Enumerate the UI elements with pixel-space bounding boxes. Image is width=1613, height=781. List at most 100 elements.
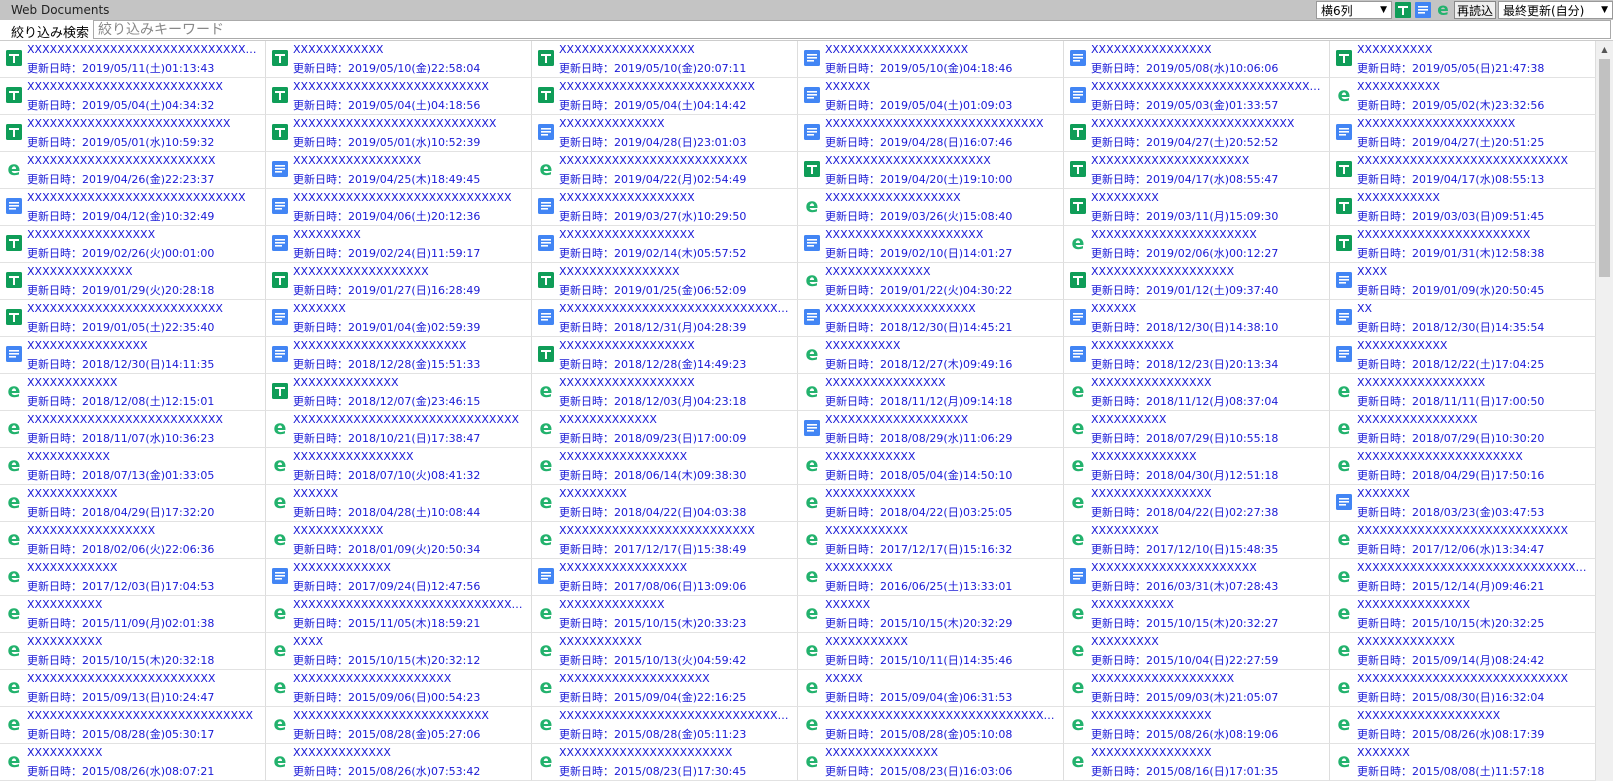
document-title-link[interactable]: XXXXXXXXXXXXXXXX xyxy=(1091,376,1327,389)
document-title-link[interactable]: XXXXXXXXXXXXXXXXXXXXXX xyxy=(825,154,1061,167)
document-title-link[interactable]: XXXXXXXXXXXXXXXXXXXXXXXXXX xyxy=(27,80,263,93)
document-title-link[interactable]: XXXXXXXXXXXXXX xyxy=(293,376,529,389)
document-item[interactable]: e XXXXXXXXX 更新日時：2017/12/10(日)15:48:35 xyxy=(1064,522,1330,559)
document-item[interactable]: e XXXXXXXXXXXXXXXX 更新日時：2018/07/29(日)10:30… xyxy=(1330,411,1596,448)
document-item[interactable]: XXXXXXXXXXXXXXXXXXX 更新日時：2018/08/29(水)11:… xyxy=(798,411,1064,448)
document-title-link[interactable]: XXXXXXXXXXXXXXXXX xyxy=(1357,376,1593,389)
document-item[interactable]: e XXXXXXXXXXXXXXXXX 更新日時：2018/02/06(火)22:0… xyxy=(0,522,266,559)
document-title-link[interactable]: XXXXXXXXXXXXXXXXXXXXXXXXXXXXX xyxy=(27,191,263,204)
document-item[interactable]: e XXXXXXXXXXXXXXXXXXXXXXXXXXXXXX 更新日時：2015… xyxy=(0,707,266,744)
document-item[interactable]: e XXXXXXXXXX 更新日時：2015/11/09(月)02:01:38 xyxy=(0,596,266,633)
document-title-link[interactable]: XXXXXXXXXXXXXXXXXXXXXXXXXX xyxy=(27,413,263,426)
document-item[interactable]: XXXXXXXXXX 更新日時：2019/05/05(日)21:47:38 xyxy=(1330,41,1596,78)
document-item[interactable]: XXXXXXXXXXX 更新日時：2019/03/03(日)09:51:45 xyxy=(1330,189,1596,226)
document-item[interactable]: e XXXXXXXXXXXXXXXXXXXX 更新日時：2015/09/04(金)2… xyxy=(532,670,798,707)
document-title-link[interactable]: XXXXXXXXXXXXXXXXXXXXXXXXXXXX xyxy=(1357,154,1593,167)
document-title-link[interactable]: XXXXXXXXXXXXXXXXXXXXXXXXXXXX xyxy=(1357,672,1593,685)
document-item[interactable]: XXXXXXXXXXXXX 更新日時：2017/09/24(日)12:47:56 xyxy=(266,559,532,596)
document-title-link[interactable]: XXXXXXXXXXXXXXXXXX xyxy=(293,265,529,278)
document-title-link[interactable]: XXXXXX xyxy=(1091,302,1327,315)
document-item[interactable]: e XXXXXXXXXXXXXXXX 更新日時：2018/11/12(月)08:37… xyxy=(1064,374,1330,411)
document-item[interactable]: e XXXXXXXXXXXXXXXXX 更新日時：2018/11/11(日)17:0… xyxy=(1330,374,1596,411)
document-title-link[interactable]: XXXXXXXXXXXXXXXX xyxy=(1091,746,1327,759)
document-item[interactable]: e XXXXXXXXXXXXXXXXXXXXXXXXXXXX 更新日時：2015/0… xyxy=(1330,670,1596,707)
document-item[interactable]: XXXXXXXXXXXXXXXXXXX 更新日時：2019/01/12(土)09:… xyxy=(1064,263,1330,300)
document-title-link[interactable]: XXXXXXXXXXXXXXXXXXXXXXXXXX xyxy=(559,80,795,93)
document-item[interactable]: XXXXXXXXXXXX 更新日時：2019/05/10(金)22:58:04 xyxy=(266,41,532,78)
document-item[interactable]: XXXXXXXXXXXXXXXXXX 更新日時：2019/05/10(金)20:0… xyxy=(532,41,798,78)
document-item[interactable]: e XXXXXXXXXX 更新日時：2015/10/15(木)20:32:18 xyxy=(0,633,266,670)
document-title-link[interactable]: XXXXXXXXXXXXXXXXXXX xyxy=(1091,265,1327,278)
document-title-link[interactable]: XXXXXXXXXXXXXXXX xyxy=(293,450,529,463)
document-title-link[interactable]: XXXXXXXXXXXXXXXXXXXXXXXXXXXXXXXXXXXXXX xyxy=(559,709,795,722)
document-title-link[interactable]: XXXXXXXXXXXXXXXXXXXX xyxy=(825,302,1061,315)
document-item[interactable]: e XXXXXXXXXXXX 更新日時：2018/01/09(火)20:50:34 xyxy=(266,522,532,559)
document-item[interactable]: e XXXXXXXXXXXXXXXXXXXXXXXXXX 更新日時：2018/11/… xyxy=(0,411,266,448)
document-title-link[interactable]: XXXXXXXXXXXXXXXXXXXXXXX xyxy=(559,746,795,759)
document-title-link[interactable]: XXXXXXX xyxy=(1357,487,1593,500)
document-title-link[interactable]: XXXXXXXXXXXXXXXXX xyxy=(293,154,529,167)
document-item[interactable]: e XXXXXXXXXXXXXXXXXXX 更新日時：2015/09/03(木)21… xyxy=(1064,670,1330,707)
document-title-link[interactable]: XXXXXXXXXXXXXXXXXXXXXX xyxy=(1091,228,1327,241)
document-title-link[interactable]: XXXX xyxy=(293,635,529,648)
document-item[interactable]: XXXXXXXXXXXXXXXXXXXXXXXXXXXXX 更新日時：2019/0… xyxy=(0,189,266,226)
document-item[interactable]: XXXXXXXXXXXXXXXXXXXXXXXXXXX 更新日時：2019/05/… xyxy=(266,115,532,152)
document-item[interactable]: e XXXXXXXXXXXX 更新日時：2018/04/22(日)03:25:05 xyxy=(798,485,1064,522)
document-item[interactable]: e XXXXXXXXXXXXXXXXXXXXXXXXXXXXXXXXXX 更新日時：… xyxy=(798,707,1064,744)
document-title-link[interactable]: XXXXXXXXXXXXXXXX xyxy=(27,339,263,352)
document-item[interactable]: XXXXXXXXXXXXXXXXXX 更新日時：2018/12/28(金)14:4… xyxy=(532,337,798,374)
document-title-link[interactable]: XXXXXXXXXXXXXXX xyxy=(825,746,1061,759)
document-title-link[interactable]: XXXXXXXXXXXXXXXXXX xyxy=(559,191,795,204)
document-title-link[interactable]: XXXXXXXXXXXXXXXX xyxy=(1091,43,1327,56)
document-item[interactable]: XXXXXXXXXXXXXX 更新日時：2019/01/29(火)20:28:18 xyxy=(0,263,266,300)
document-title-link[interactable]: XXXXXXXXXXX xyxy=(825,635,1061,648)
document-item[interactable]: e XXXXXXXXXXXXXXXXXXXXXXXXXXXXXX 更新日時：2018… xyxy=(266,411,532,448)
document-title-link[interactable]: XXXXX xyxy=(825,672,1061,685)
document-title-link[interactable]: XXXXXXXXXXXXXXXXXXXXXXXXXXXX xyxy=(1357,524,1593,537)
document-item[interactable]: XXXXXXXXXXXXXXXXXXXXXXXXXXXXX 更新日時：2019/0… xyxy=(798,115,1064,152)
document-item[interactable]: XXXXXXXXXXXXXX 更新日時：2018/12/07(金)23:46:15 xyxy=(266,374,532,411)
document-item[interactable]: XXXXXXXXXXXXXXXXXXXXXXXXXXX 更新日時：2019/04/… xyxy=(1064,115,1330,152)
document-item[interactable]: XXXX 更新日時：2019/01/09(水)20:50:45 xyxy=(1330,263,1596,300)
document-item[interactable]: XXXXXXXXXXXXXXXXXXXX 更新日時：2018/12/30(日)14… xyxy=(798,300,1064,337)
document-item[interactable]: e XXXXXX 更新日時：2015/10/15(木)20:32:29 xyxy=(798,596,1064,633)
document-title-link[interactable]: XXXXXXXXXXXXXXX xyxy=(1357,598,1593,611)
document-title-link[interactable]: XXXXXXXXXXX xyxy=(1091,339,1327,352)
document-title-link[interactable]: XXXXXXXXXXXXXXXXXX xyxy=(559,339,795,352)
document-title-link[interactable]: XXXXXXXXXXXXXX xyxy=(559,598,795,611)
document-title-link[interactable]: XXXXXXXXX xyxy=(825,561,1061,574)
document-item[interactable]: e XXXXXXXXXXXX 更新日時：2018/04/29(日)17:32:20 xyxy=(0,485,266,522)
document-item[interactable]: e XXXXXXXXXXXXXXXX 更新日時：2015/08/26(水)08:19… xyxy=(1064,707,1330,744)
document-title-link[interactable]: XXXXXXXXXXXXXXXXXXXXXX xyxy=(1091,561,1327,574)
document-item[interactable]: XXXXXXXXXXXXXXXXXXXXX 更新日時：2019/02/10(日)1… xyxy=(798,226,1064,263)
document-item[interactable]: XXXXXXXXXXXXXXXXXXXXXXXXXX 更新日時：2019/01/0… xyxy=(0,300,266,337)
document-item[interactable]: e XXXXXXXXXXXXXXXXXXXXXXXXXX 更新日時：2017/12/… xyxy=(532,522,798,559)
document-item[interactable]: e XXXXXXXXX 更新日時：2015/10/04(日)22:27:59 xyxy=(1064,633,1330,670)
document-item[interactable]: e XXXXXXXXX 更新日時：2018/04/22(日)04:03:38 xyxy=(532,485,798,522)
document-title-link[interactable]: XXXXXXXXXXXXXXXXXXXXXXXXXXXXXXXXXXX... xyxy=(27,43,263,56)
document-item[interactable]: XXXXXXXXXXXXXXXXXXXXXXXXXX 更新日時：2019/05/0… xyxy=(266,78,532,115)
document-item[interactable]: XXXXXXXXXXXXXXXXX 更新日時：2019/02/26(火)00:01… xyxy=(0,226,266,263)
document-item[interactable]: e XXXXXXXXXX 更新日時：2018/12/27(木)09:49:16 xyxy=(798,337,1064,374)
document-item[interactable]: XXXXXXXXXXXXXXXXXXXXXXX 更新日時：2019/01/31(木… xyxy=(1330,226,1596,263)
document-item[interactable]: XXXXXXXXXXXX 更新日時：2018/12/22(土)17:04:25 xyxy=(1330,337,1596,374)
document-item[interactable]: XXXXXX 更新日時：2018/12/30(日)14:38:10 xyxy=(1064,300,1330,337)
document-title-link[interactable]: XXXXXXXXXXXXXXXXXXXXX xyxy=(1357,117,1593,130)
document-item[interactable]: XXXXXXXXXXXXXXXXXXXXX 更新日時：2019/04/27(土)2… xyxy=(1330,115,1596,152)
doc-filter-button[interactable] xyxy=(1414,1,1432,19)
document-item[interactable]: e XXXXXXXXXXXXXXXXX 更新日時：2018/06/14(木)09:3… xyxy=(532,448,798,485)
document-item[interactable]: e XXXXXXXXXXXXX 更新日時：2018/09/23(日)17:00:09 xyxy=(532,411,798,448)
document-title-link[interactable]: XXXXXXXXXXXXXXXXXXXXXXXXX xyxy=(27,672,263,685)
document-item[interactable]: XXXXXXXXXXXXXXXXXXXXXXXXXXXXXXXXXXX 更新日時：… xyxy=(532,300,798,337)
document-title-link[interactable]: XXXXXXXXXXXXXXXXXXXXXXXXX xyxy=(559,154,795,167)
document-title-link[interactable]: XXXXXXXXXXXXXXXXXXXXXXXXXXX xyxy=(1091,117,1327,130)
document-item[interactable]: e XXXXXXXXXXXXXXXX 更新日時：2018/11/12(月)09:14… xyxy=(798,374,1064,411)
document-title-link[interactable]: XXXXXXXXXXXXXXXXXXX xyxy=(825,43,1061,56)
document-title-link[interactable]: XXXXXXXXX xyxy=(1091,635,1327,648)
document-title-link[interactable]: XXXXXXXXX xyxy=(559,487,795,500)
document-item[interactable]: XXXXXXXXXXXXXXXXXXXXXXXXXX 更新日時：2019/05/0… xyxy=(0,78,266,115)
document-item[interactable]: e XXXXXX 更新日時：2018/04/28(土)10:08:44 xyxy=(266,485,532,522)
document-title-link[interactable]: XXXXXXXXXXXXXX xyxy=(1091,450,1327,463)
document-item[interactable]: XXXXXXXXXXXXXXXXX 更新日時：2017/08/06(日)13:09… xyxy=(532,559,798,596)
document-title-link[interactable]: XXXXXXXXXXXXXXXXXXX xyxy=(1091,672,1327,685)
